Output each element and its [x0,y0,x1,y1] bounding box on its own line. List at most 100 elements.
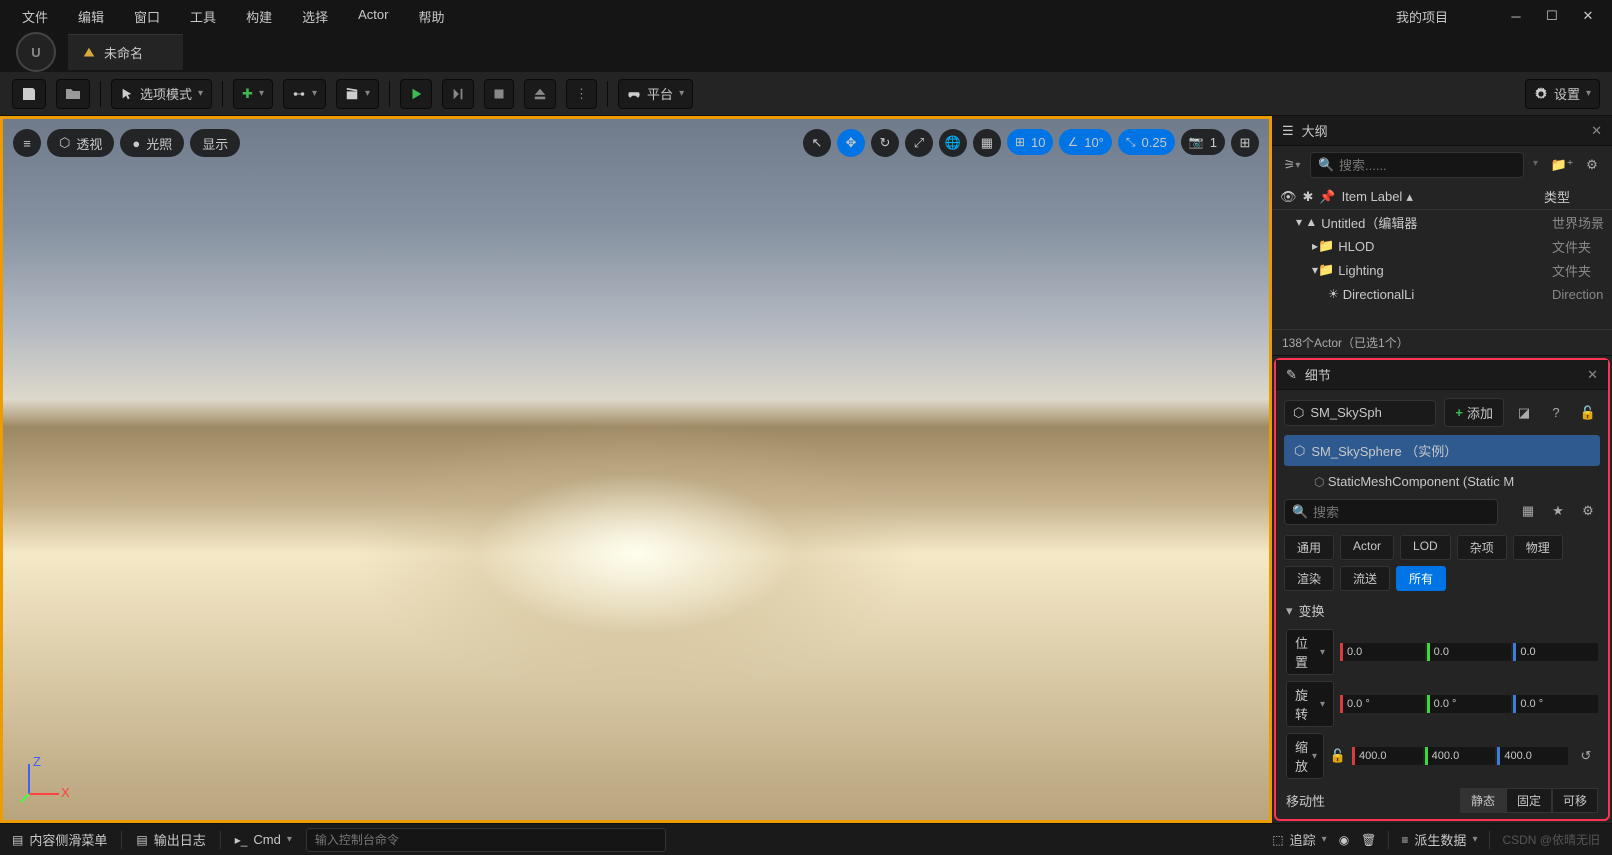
add-content-button[interactable]: ✚▾ [233,79,273,109]
filter-流送[interactable]: 流送 [1340,566,1390,591]
scale-tool[interactable]: ⤢ [905,129,933,157]
grid-snap[interactable]: ⊞ 10 [1007,129,1054,155]
favorite-button[interactable]: ★ [1546,499,1570,523]
maximize-button[interactable]: ☐ [1544,8,1560,24]
rotation-z[interactable]: 0.0 ° [1513,695,1598,713]
blueprint-edit-button[interactable]: ◪ [1512,401,1536,425]
details-header[interactable]: ✎ 细节 ✕ [1276,360,1608,390]
rotation-y[interactable]: 0.0 ° [1427,695,1512,713]
blueprint-button[interactable]: ▾ [283,79,326,109]
filter-所有[interactable]: 所有 [1396,566,1446,591]
menu-帮助[interactable]: 帮助 [404,1,458,32]
filter-物理[interactable]: 物理 [1513,535,1563,560]
close-button[interactable]: ✕ [1580,8,1596,24]
location-z[interactable]: 0.0 [1513,643,1598,661]
scale-snap[interactable]: ⤡ 0.25 [1118,129,1175,155]
close-icon[interactable]: ✕ [1591,123,1602,139]
filter-button[interactable]: ⚞▾ [1280,153,1304,177]
outliner-settings-button[interactable]: ⚙ [1580,153,1604,177]
tree-row[interactable]: ▾ 📁 Lighting文件夹 [1272,258,1612,282]
camera-speed[interactable]: 📷 1 [1181,129,1225,155]
grid-view-button[interactable]: ▦ [1516,499,1540,523]
scale-label[interactable]: 缩放▾ [1286,733,1324,779]
outliner-tree[interactable]: ▾ ▲ Untitled（编辑器世界场景▸ 📁 HLOD文件夹▾ 📁 Light… [1272,210,1612,329]
outliner-header[interactable]: ☰ 大纲 ✕ [1272,116,1612,146]
label-column[interactable]: Item Label ▴ [1342,189,1538,205]
output-log-button[interactable]: ▤ 输出日志 [136,830,205,849]
perspective-button[interactable]: ⬡透视 [47,129,114,157]
angle-snap[interactable]: ∠ 10° [1059,129,1111,155]
stop-button[interactable] [484,79,514,109]
viewport[interactable]: ≡ ⬡透视 ●光照 显示 ↖ ✥ ↻ ⤢ 🌐 ▦ ⊞ 10 ∠ 10° ⤡ 0.… [0,116,1272,823]
details-search-input[interactable] [1284,499,1498,525]
unreal-logo-icon[interactable]: U [16,32,56,72]
location-y[interactable]: 0.0 [1427,643,1512,661]
cmd-button[interactable]: ▸_ Cmd ▾ [235,832,292,847]
menu-编辑[interactable]: 编辑 [64,1,118,32]
filter-杂项[interactable]: 杂项 [1457,535,1507,560]
translate-tool[interactable]: ✥ [837,129,865,157]
tree-row[interactable]: ☀ DirectionalLiDirection [1272,282,1612,306]
select-tool[interactable]: ↖ [803,129,831,157]
mobility-固定[interactable]: 固定 [1506,788,1552,813]
rotation-x[interactable]: 0.0 ° [1340,695,1425,713]
menu-文件[interactable]: 文件 [8,1,62,32]
skip-button[interactable] [442,79,474,109]
platform-button[interactable]: 平台 ▾ [618,79,693,109]
viewport-menu-button[interactable]: ≡ [13,129,41,157]
menu-Actor[interactable]: Actor [344,1,402,32]
level-tab[interactable]: 未命名 [68,34,183,70]
filter-LOD[interactable]: LOD [1400,535,1451,560]
viewport-layout[interactable]: ⊞ [1231,129,1259,157]
menu-选择[interactable]: 选择 [288,1,342,32]
add-component-button[interactable]: +添加 [1444,398,1504,427]
surface-snap[interactable]: ▦ [973,129,1001,157]
help-button[interactable]: ? [1544,401,1568,425]
menu-工具[interactable]: 工具 [176,1,230,32]
tree-row[interactable]: ▾ ▲ Untitled（编辑器世界场景 [1272,210,1612,234]
details-settings-button[interactable]: ⚙ [1576,499,1600,523]
outliner-search-input[interactable] [1310,152,1524,178]
content-drawer-button[interactable]: ▤ 内容侧滑菜单 [12,830,107,849]
star-icon[interactable]: ✱ [1303,189,1314,205]
mobility-静态[interactable]: 静态 [1460,788,1506,813]
actor-name-field[interactable]: ⬡ SM_SkySph [1284,400,1436,426]
play-options-button[interactable]: ⋮ [566,79,597,109]
eject-button[interactable] [524,79,556,109]
close-icon[interactable]: ✕ [1587,367,1598,383]
type-column[interactable]: 类型 [1544,187,1604,206]
component-instance[interactable]: ⬡ SM_SkySphere （实例） [1284,435,1600,466]
component-child[interactable]: ⬡ StaticMeshComponent (Static M [1284,470,1600,493]
trash-button[interactable]: 🗑 [1361,833,1376,847]
derived-data-button[interactable]: ≡ 派生数据 ▾ [1401,830,1477,849]
lock-button[interactable]: 🔓 [1576,401,1600,425]
lock-scale-button[interactable]: 🔓 [1330,744,1346,768]
cinematics-button[interactable]: ▾ [336,79,379,109]
scale-x[interactable]: 400.0 [1352,747,1423,765]
console-input[interactable] [306,828,666,852]
scale-z[interactable]: 400.0 [1497,747,1568,765]
menu-构建[interactable]: 构建 [232,1,286,32]
browse-button[interactable] [56,79,90,109]
mode-selector[interactable]: 选项模式 ▾ [111,79,212,109]
trace-button[interactable]: ⬚ 追踪 ▾ [1272,830,1326,849]
reset-scale-button[interactable]: ↺ [1574,744,1598,768]
stats-button[interactable]: ◉ [1339,833,1349,847]
save-button[interactable] [12,79,46,109]
show-button[interactable]: 显示 [190,129,240,157]
minimize-button[interactable]: ─ [1508,8,1524,24]
rotation-label[interactable]: 旋转▾ [1286,681,1334,727]
coordinate-space[interactable]: 🌐 [939,129,967,157]
eye-icon[interactable]: 👁 [1280,189,1297,205]
tree-row[interactable]: ▸ 📁 HLOD文件夹 [1272,234,1612,258]
filter-Actor[interactable]: Actor [1340,535,1394,560]
mobility-可移[interactable]: 可移 [1552,788,1598,813]
play-button[interactable] [400,79,432,109]
transform-section[interactable]: ▾ 变换 [1276,595,1608,626]
rotate-tool[interactable]: ↻ [871,129,899,157]
pin-icon[interactable]: 📌 [1319,189,1335,205]
lit-mode-button[interactable]: ●光照 [120,129,184,157]
settings-button[interactable]: 设置 ▾ [1525,79,1600,109]
location-x[interactable]: 0.0 [1340,643,1425,661]
menu-窗口[interactable]: 窗口 [120,1,174,32]
